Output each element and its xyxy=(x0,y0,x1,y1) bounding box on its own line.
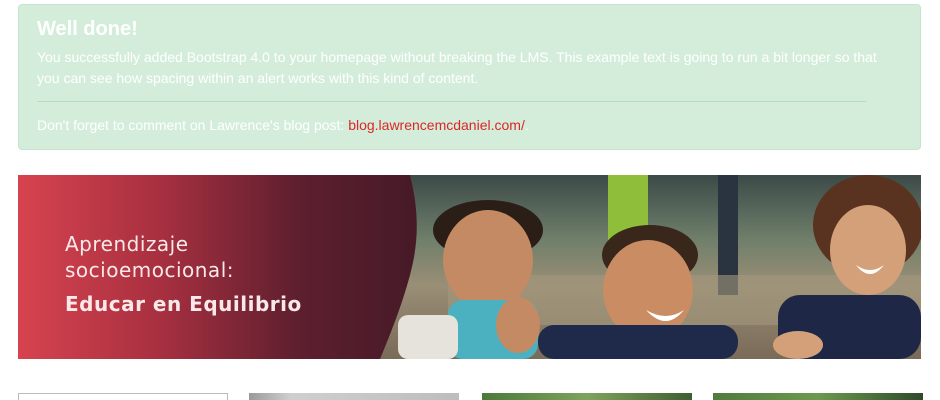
alert-footer-period: . xyxy=(524,117,529,133)
banner-line-1: Aprendizaje xyxy=(65,232,189,256)
success-alert: Well done! You successfully added Bootst… xyxy=(18,4,921,150)
card-2[interactable] xyxy=(249,393,459,400)
blog-link[interactable]: blog.lawrencemcdaniel.com/ xyxy=(348,117,525,133)
card-1[interactable] xyxy=(18,393,228,400)
hero-banner[interactable]: Aprendizaje socioemocional: Educar en Eq… xyxy=(18,175,921,359)
card-3[interactable] xyxy=(482,393,692,400)
alert-footer-text: Don't forget to comment on Lawrence's bl… xyxy=(37,117,349,133)
alert-message: You successfully added Bootstrap 4.0 to … xyxy=(37,49,877,86)
alert-divider xyxy=(37,101,866,102)
alert-footer: Don't forget to comment on Lawrence's bl… xyxy=(37,115,902,136)
banner-line-3: Educar en Equilibrio xyxy=(65,292,302,316)
card-4[interactable] xyxy=(713,393,923,400)
alert-heading: Well done! xyxy=(37,18,138,40)
banner-caption: Aprendizaje socioemocional: Educar en Eq… xyxy=(65,231,302,317)
banner-line-2: socioemocional: xyxy=(65,258,234,282)
card-row xyxy=(0,393,940,400)
